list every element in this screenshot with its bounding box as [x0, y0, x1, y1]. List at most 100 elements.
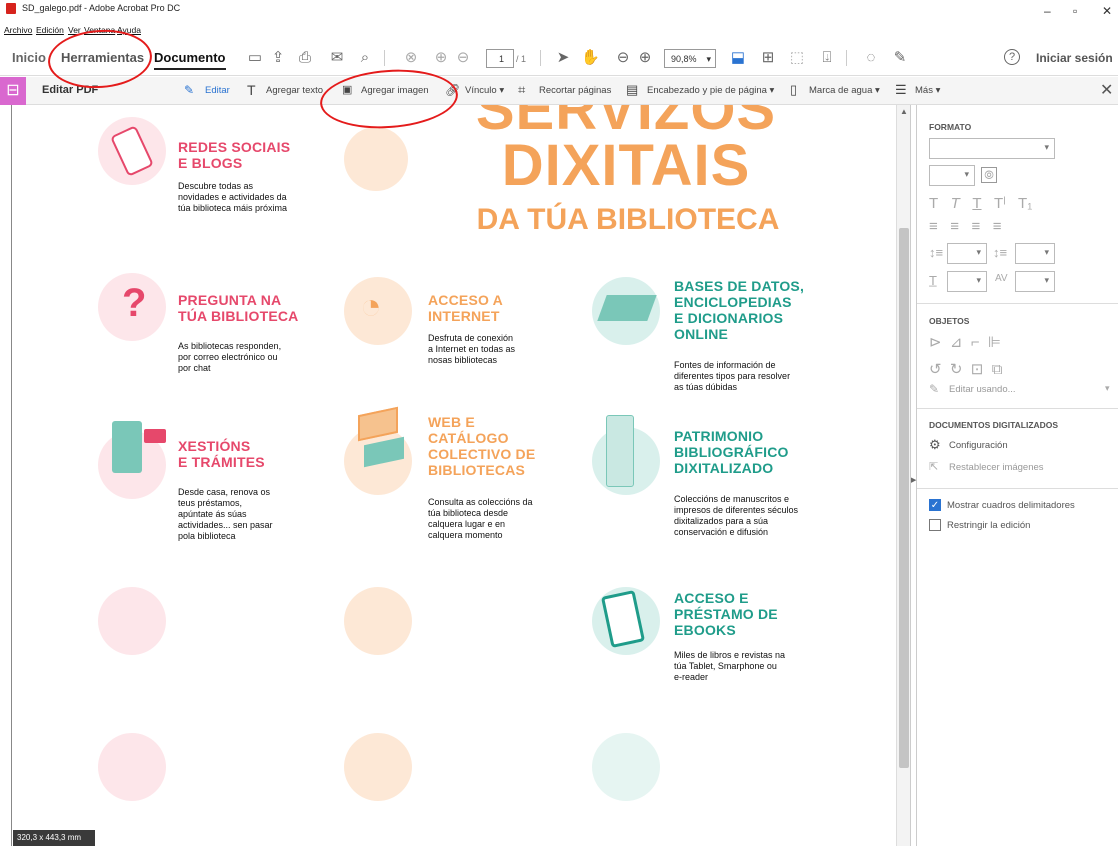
- divider: [846, 50, 847, 66]
- save-icon[interactable]: ▭: [246, 49, 264, 67]
- text-color-icon[interactable]: ⦾: [981, 167, 997, 183]
- char-spacing-icon: AV: [995, 273, 1008, 284]
- window-title: SD_galego.pdf - Adobe Acrobat Pro DC: [22, 3, 181, 13]
- edit-icon: ✎: [184, 83, 195, 97]
- settings-button[interactable]: Configuración: [949, 440, 1008, 451]
- next-page-icon[interactable]: ⊖: [454, 49, 472, 67]
- select-cursor-icon[interactable]: ➤: [554, 49, 572, 67]
- menu-archivo[interactable]: Archivo: [4, 25, 32, 35]
- email-icon[interactable]: ✉: [328, 49, 346, 67]
- restrict-editing-checkbox[interactable]: [929, 519, 941, 531]
- divider: [384, 50, 385, 66]
- print-icon[interactable]: ⎙: [296, 49, 314, 67]
- menu-edicion[interactable]: Edición: [36, 25, 64, 35]
- text-icon: T: [247, 82, 256, 98]
- edit-pdf-toolbar: ⊟ Editar PDF ✎ Editar T Agregar texto ▣ …: [0, 77, 1118, 105]
- left-navigation-edge[interactable]: [0, 105, 12, 846]
- pen-icon[interactable]: ✎: [891, 49, 909, 67]
- question-icon: ?: [122, 281, 147, 325]
- scale-select[interactable]: [947, 271, 987, 292]
- close-window-button[interactable]: ✕: [1102, 4, 1112, 18]
- main-toolbar: Inicio Herramientas Documento ▭ ⇪ ⎙ ✉ ⌕ …: [0, 40, 1118, 76]
- comment-icon[interactable]: ◌: [862, 49, 880, 67]
- previous-page-icon[interactable]: ⊕: [432, 49, 450, 67]
- service-body-catalog: Consulta as coleccións da túa biblioteca…: [428, 497, 533, 540]
- vertical-scrollbar[interactable]: ▲: [896, 105, 910, 846]
- full-screen-icon[interactable]: ⊞: [759, 49, 777, 67]
- service-title-databases: BASES DE DATOS, ENCICLOPEDIAS E DICIONAR…: [674, 278, 805, 342]
- acrobat-app-icon: [6, 3, 16, 14]
- divider: [917, 303, 1118, 304]
- scanned-documents-header: DOCUMENTOS DIGITALIZADOS: [929, 420, 1059, 430]
- close-edit-toolbar-button[interactable]: ✕: [1100, 80, 1113, 100]
- collapse-panel-icon[interactable]: ▶: [911, 476, 916, 484]
- crop-pages-button[interactable]: Recortar páginas: [539, 85, 611, 96]
- service-title-internet: ACCESO A INTERNET: [428, 292, 503, 324]
- service-body-procedures: Desde casa, renova os teus préstamos, ap…: [178, 487, 273, 541]
- maximize-button[interactable]: ▫: [1073, 4, 1077, 18]
- service-title-social: REDES SOCIAIS E BLOGS: [178, 139, 291, 171]
- search-icon[interactable]: ⌕: [356, 49, 374, 67]
- gear-icon: ⚙: [929, 437, 941, 452]
- fit-page-icon[interactable]: ⬓: [729, 49, 747, 67]
- reset-images-button[interactable]: Restablecer imágenes: [949, 462, 1044, 473]
- kiosk-icon: [112, 421, 142, 473]
- page-total: / 1: [516, 54, 527, 64]
- tab-document[interactable]: Documento: [154, 50, 226, 70]
- upload-icon[interactable]: ⇪: [269, 49, 287, 67]
- add-text-button[interactable]: Agregar texto: [266, 85, 323, 96]
- page-number-input[interactable]: 1: [486, 49, 514, 68]
- zoom-out-icon[interactable]: ⊖: [614, 49, 632, 67]
- line-spacing-icon: ↕≡: [929, 245, 944, 260]
- sign-in-button[interactable]: Iniciar sesión: [1036, 51, 1113, 65]
- more-button[interactable]: Más ▾: [915, 85, 940, 96]
- show-bounding-boxes-label: Mostrar cuadros delimitadores: [947, 500, 1075, 511]
- watermark-button[interactable]: Marca de agua ▾: [809, 85, 880, 96]
- edit-button[interactable]: Editar: [205, 85, 230, 96]
- help-icon[interactable]: ?: [1004, 49, 1020, 65]
- service-body-databases: Fontes de información de diferentes tipo…: [674, 360, 791, 392]
- edit-using-button[interactable]: Editar usando...: [949, 384, 1016, 395]
- decorative-circle: [344, 733, 412, 801]
- link-button[interactable]: Vínculo ▾: [465, 85, 504, 96]
- service-title-catalog: WEB E CATÁLOGO COLECTIVO DE BIBLIOTECAS: [428, 414, 536, 478]
- font-size-select[interactable]: [929, 165, 975, 186]
- page-size-indicator: 320,3 x 443,3 mm: [13, 830, 95, 846]
- title-line-2: DIXITAIS: [501, 133, 751, 198]
- rotate-icon[interactable]: ⬚: [788, 49, 806, 67]
- scroll-mode-icon[interactable]: ⊗: [402, 49, 420, 67]
- service-title-ebooks: ACCESO E PRÉSTAMO DE EBOOKS: [674, 590, 778, 638]
- header-footer-button[interactable]: Encabezado y pie de página ▾: [647, 85, 774, 96]
- decorative-circle: [344, 587, 412, 655]
- scrollbar-thumb[interactable]: [899, 228, 909, 768]
- minimize-button[interactable]: –: [1044, 4, 1051, 18]
- document-page: SERVIZOS DIXITAIS DA TÚA BIBLIOTECA REDE…: [12, 105, 896, 846]
- line-spacing-select[interactable]: [947, 243, 987, 264]
- text-style-icons: T T T Tˡ T₁: [929, 195, 1033, 212]
- char-spacing-select[interactable]: [1015, 271, 1055, 292]
- watermark-icon: ▯: [790, 82, 798, 97]
- show-bounding-boxes-checkbox[interactable]: ✓: [929, 499, 941, 511]
- panel-splitter[interactable]: ▶: [910, 105, 917, 846]
- align-icons: ≡ ≡ ≡ ≡: [929, 218, 1002, 235]
- zoom-select[interactable]: 90,8% ▾: [664, 49, 716, 68]
- divider: [917, 488, 1118, 489]
- paragraph-spacing-select[interactable]: [1015, 243, 1055, 264]
- tab-home[interactable]: Inicio: [12, 50, 46, 65]
- service-body-ebooks: Miles de libros e revistas na túa Tablet…: [674, 650, 786, 682]
- zoom-in-icon[interactable]: ⊕: [636, 49, 654, 67]
- font-family-select[interactable]: [929, 138, 1055, 159]
- scroll-up-icon[interactable]: ▲: [900, 107, 908, 116]
- more-icon: ☰: [895, 82, 907, 97]
- object-transform-icons[interactable]: ⊳ ⊿ ⌐ ⊫: [929, 333, 1001, 351]
- page-display-icon[interactable]: ⍗: [818, 49, 836, 67]
- service-title-procedures: XESTIÓNS E TRÁMITES: [178, 438, 265, 470]
- divider: [917, 408, 1118, 409]
- card-icon: [144, 429, 166, 443]
- paragraph-spacing-icon: ↕≡: [993, 245, 1008, 260]
- chevron-down-icon[interactable]: ▾: [1105, 383, 1110, 394]
- object-rotate-icons[interactable]: ↺ ↻ ⊡ ⧉: [929, 360, 1002, 378]
- hand-tool-icon[interactable]: ✋: [581, 49, 600, 67]
- chevron-down-icon: ▾: [706, 54, 711, 64]
- books-icon: [597, 295, 657, 321]
